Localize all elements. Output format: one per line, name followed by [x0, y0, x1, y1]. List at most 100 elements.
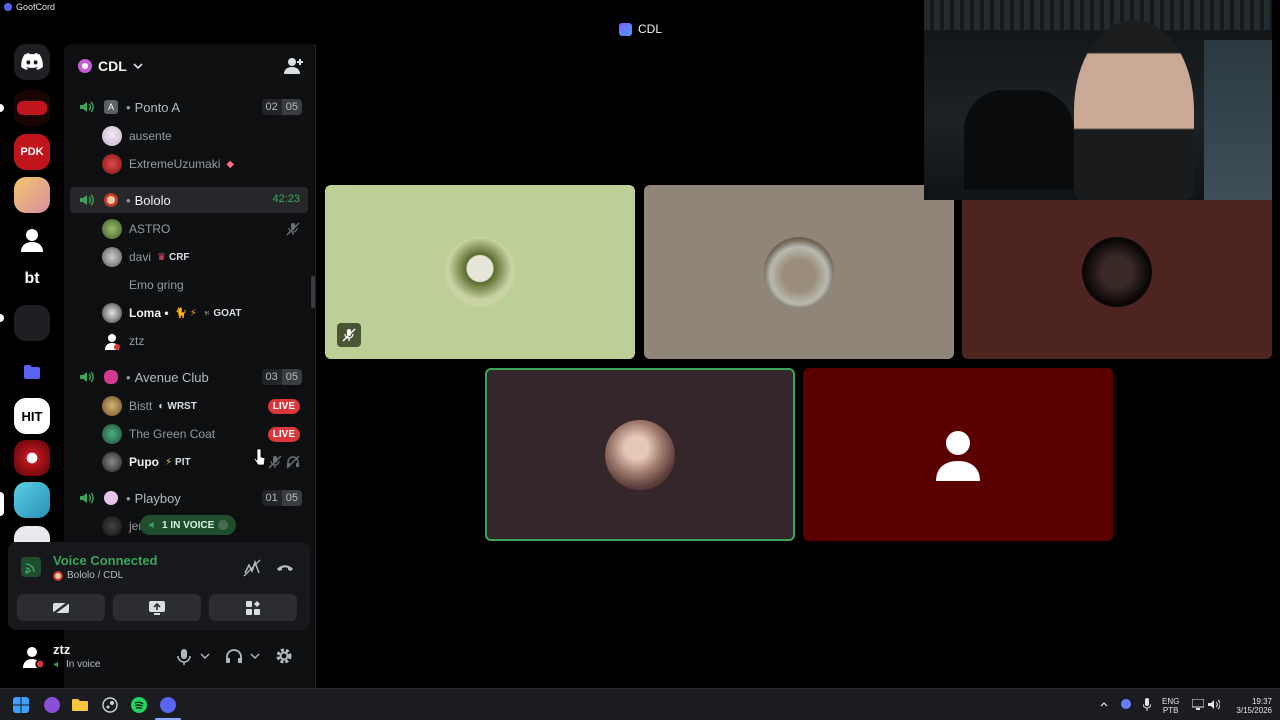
- activities-button[interactable]: [209, 594, 297, 621]
- member-clan-tag: ◐ WRST: [158, 401, 197, 412]
- user-count: 01 05: [261, 490, 302, 506]
- voice-member[interactable]: The Green Coat LIVE: [102, 422, 308, 446]
- discord-home-button[interactable]: [14, 44, 50, 80]
- user-count-current: 02: [261, 99, 282, 115]
- file-explorer-icon[interactable]: [72, 697, 88, 713]
- speaker-icon: [149, 521, 154, 529]
- bullet: •: [126, 192, 131, 208]
- video-tile-emo-gring[interactable]: [962, 185, 1272, 359]
- bunny-emoji-icon: [104, 491, 118, 505]
- video-tile-ztz[interactable]: [803, 368, 1113, 541]
- settings-gear-icon[interactable]: [275, 647, 293, 665]
- voice-member[interactable]: Emo gring: [102, 273, 308, 297]
- screen-share-button[interactable]: [113, 594, 201, 621]
- member-clan-tag: ⚡ PIT: [165, 457, 191, 468]
- server-pdk[interactable]: PDK: [14, 134, 50, 170]
- network-icon[interactable]: [1192, 699, 1204, 710]
- server-person[interactable]: [14, 222, 50, 258]
- avatar: [102, 154, 122, 174]
- server-cyan[interactable]: [14, 482, 50, 518]
- microphone-icon[interactable]: [177, 648, 191, 666]
- app-icon-purple[interactable]: [44, 697, 60, 713]
- volume-icon[interactable]: [1208, 699, 1220, 710]
- server-hit[interactable]: HIT: [14, 398, 50, 434]
- spotify-icon[interactable]: [131, 697, 147, 713]
- chevron-down-icon[interactable]: [200, 653, 210, 659]
- video-tile-speaking[interactable]: [485, 368, 795, 541]
- server-anime[interactable]: [14, 177, 50, 213]
- voice-channel-bololo[interactable]: • Bololo 42:23: [70, 187, 308, 213]
- goofcord-taskbar-icon[interactable]: [160, 697, 176, 713]
- voice-status-title[interactable]: Voice Connected: [53, 553, 158, 568]
- goat-icon: ♅: [202, 307, 211, 319]
- video-tile-davi[interactable]: [644, 185, 954, 359]
- tray-microphone-icon[interactable]: [1143, 698, 1151, 711]
- channel-name: Playboy: [134, 490, 181, 506]
- headphones-icon[interactable]: [225, 648, 243, 664]
- voice-member[interactable]: Loma • 🐈 ⚡ ♅ GOAT: [102, 301, 308, 325]
- tray-app-icon[interactable]: [1121, 699, 1131, 709]
- camera-toggle-button[interactable]: [17, 594, 105, 621]
- noise-suppression-icon[interactable]: [243, 559, 261, 577]
- tray-chevron-up-icon[interactable]: [1100, 701, 1108, 707]
- default-avatar-icon: [23, 647, 45, 669]
- voice-member[interactable]: Pupo ⚡ PIT: [102, 450, 308, 474]
- emoji-badges: 🐈 ⚡: [174, 307, 197, 319]
- disconnect-icon[interactable]: [276, 561, 294, 575]
- guild-name[interactable]: CDL: [78, 58, 143, 74]
- channel-name: Avenue Club: [134, 369, 209, 385]
- in-voice-pill[interactable]: 1 IN VOICE: [140, 515, 237, 535]
- avatar: [102, 452, 122, 472]
- steam-icon[interactable]: [102, 697, 118, 713]
- member-name: ExtremeUzumaki: [129, 157, 221, 171]
- keyboard-language[interactable]: ENG PTB: [1162, 697, 1179, 715]
- server-folder[interactable]: [14, 354, 50, 390]
- chevron-down-icon[interactable]: [250, 653, 260, 659]
- voice-member[interactable]: davi ♛ CRF: [102, 245, 308, 269]
- voice-member[interactable]: ztz: [102, 329, 308, 353]
- user-avatar[interactable]: [18, 642, 46, 670]
- voice-location[interactable]: Bololo / CDL: [53, 570, 123, 581]
- voice-member[interactable]: ASTRO: [102, 217, 308, 241]
- sidebar-scrollbar[interactable]: [311, 276, 315, 308]
- voice-channel-avenue-club[interactable]: • Avenue Club 03 05: [70, 364, 308, 390]
- member-name: Pupo: [129, 455, 159, 469]
- chair-shape: [964, 90, 1074, 190]
- avatar: [102, 275, 122, 295]
- speaker-icon: [80, 194, 94, 206]
- channel-emoji-icon: [53, 570, 63, 581]
- mic-muted-icon: [342, 328, 356, 342]
- server-bt[interactable]: bt: [14, 261, 50, 297]
- server-red-car[interactable]: [14, 90, 50, 126]
- tile-mute-indicator: [337, 323, 361, 347]
- guild-header[interactable]: CDL: [64, 44, 316, 88]
- channel-emoji-icon: [104, 193, 118, 207]
- voice-channel-playboy[interactable]: • Playboy 01 05: [70, 485, 308, 511]
- voice-member[interactable]: Bistt ◐ WRST LIVE: [102, 394, 308, 418]
- person-icon: [21, 229, 43, 252]
- member-name: ASTRO: [129, 222, 171, 236]
- channel-name: Bololo: [134, 192, 171, 208]
- user-count-limit: 05: [281, 99, 302, 115]
- user-count: 03 05: [261, 369, 302, 385]
- connection-signal-icon[interactable]: [21, 557, 41, 577]
- shelf-background: [924, 0, 1272, 30]
- webcam-overlay: [924, 0, 1272, 200]
- avatar: [102, 303, 122, 323]
- avatar: [102, 396, 122, 416]
- clock[interactable]: 19:37 3/15/2026: [1226, 697, 1272, 715]
- server-folder-group[interactable]: [14, 305, 50, 341]
- voice-member[interactable]: ExtremeUzumaki ◆: [102, 152, 308, 176]
- video-tile-astro[interactable]: [325, 185, 635, 359]
- call-timer: 42:23: [272, 193, 300, 205]
- user-count-current: 03: [261, 369, 282, 385]
- server-swirl[interactable]: [14, 440, 50, 476]
- windows-start-icon[interactable]: [13, 697, 29, 713]
- voice-channel-ponto-a[interactable]: A • Ponto A 02 05: [70, 94, 308, 120]
- gem-icon: ◆: [226, 158, 235, 170]
- add-user-icon[interactable]: [284, 56, 304, 76]
- window-title-text: CDL: [638, 22, 663, 36]
- voice-member[interactable]: ausente: [102, 124, 308, 148]
- voice-location-text: Bololo / CDL: [67, 570, 124, 581]
- user-name[interactable]: ztz: [53, 642, 70, 657]
